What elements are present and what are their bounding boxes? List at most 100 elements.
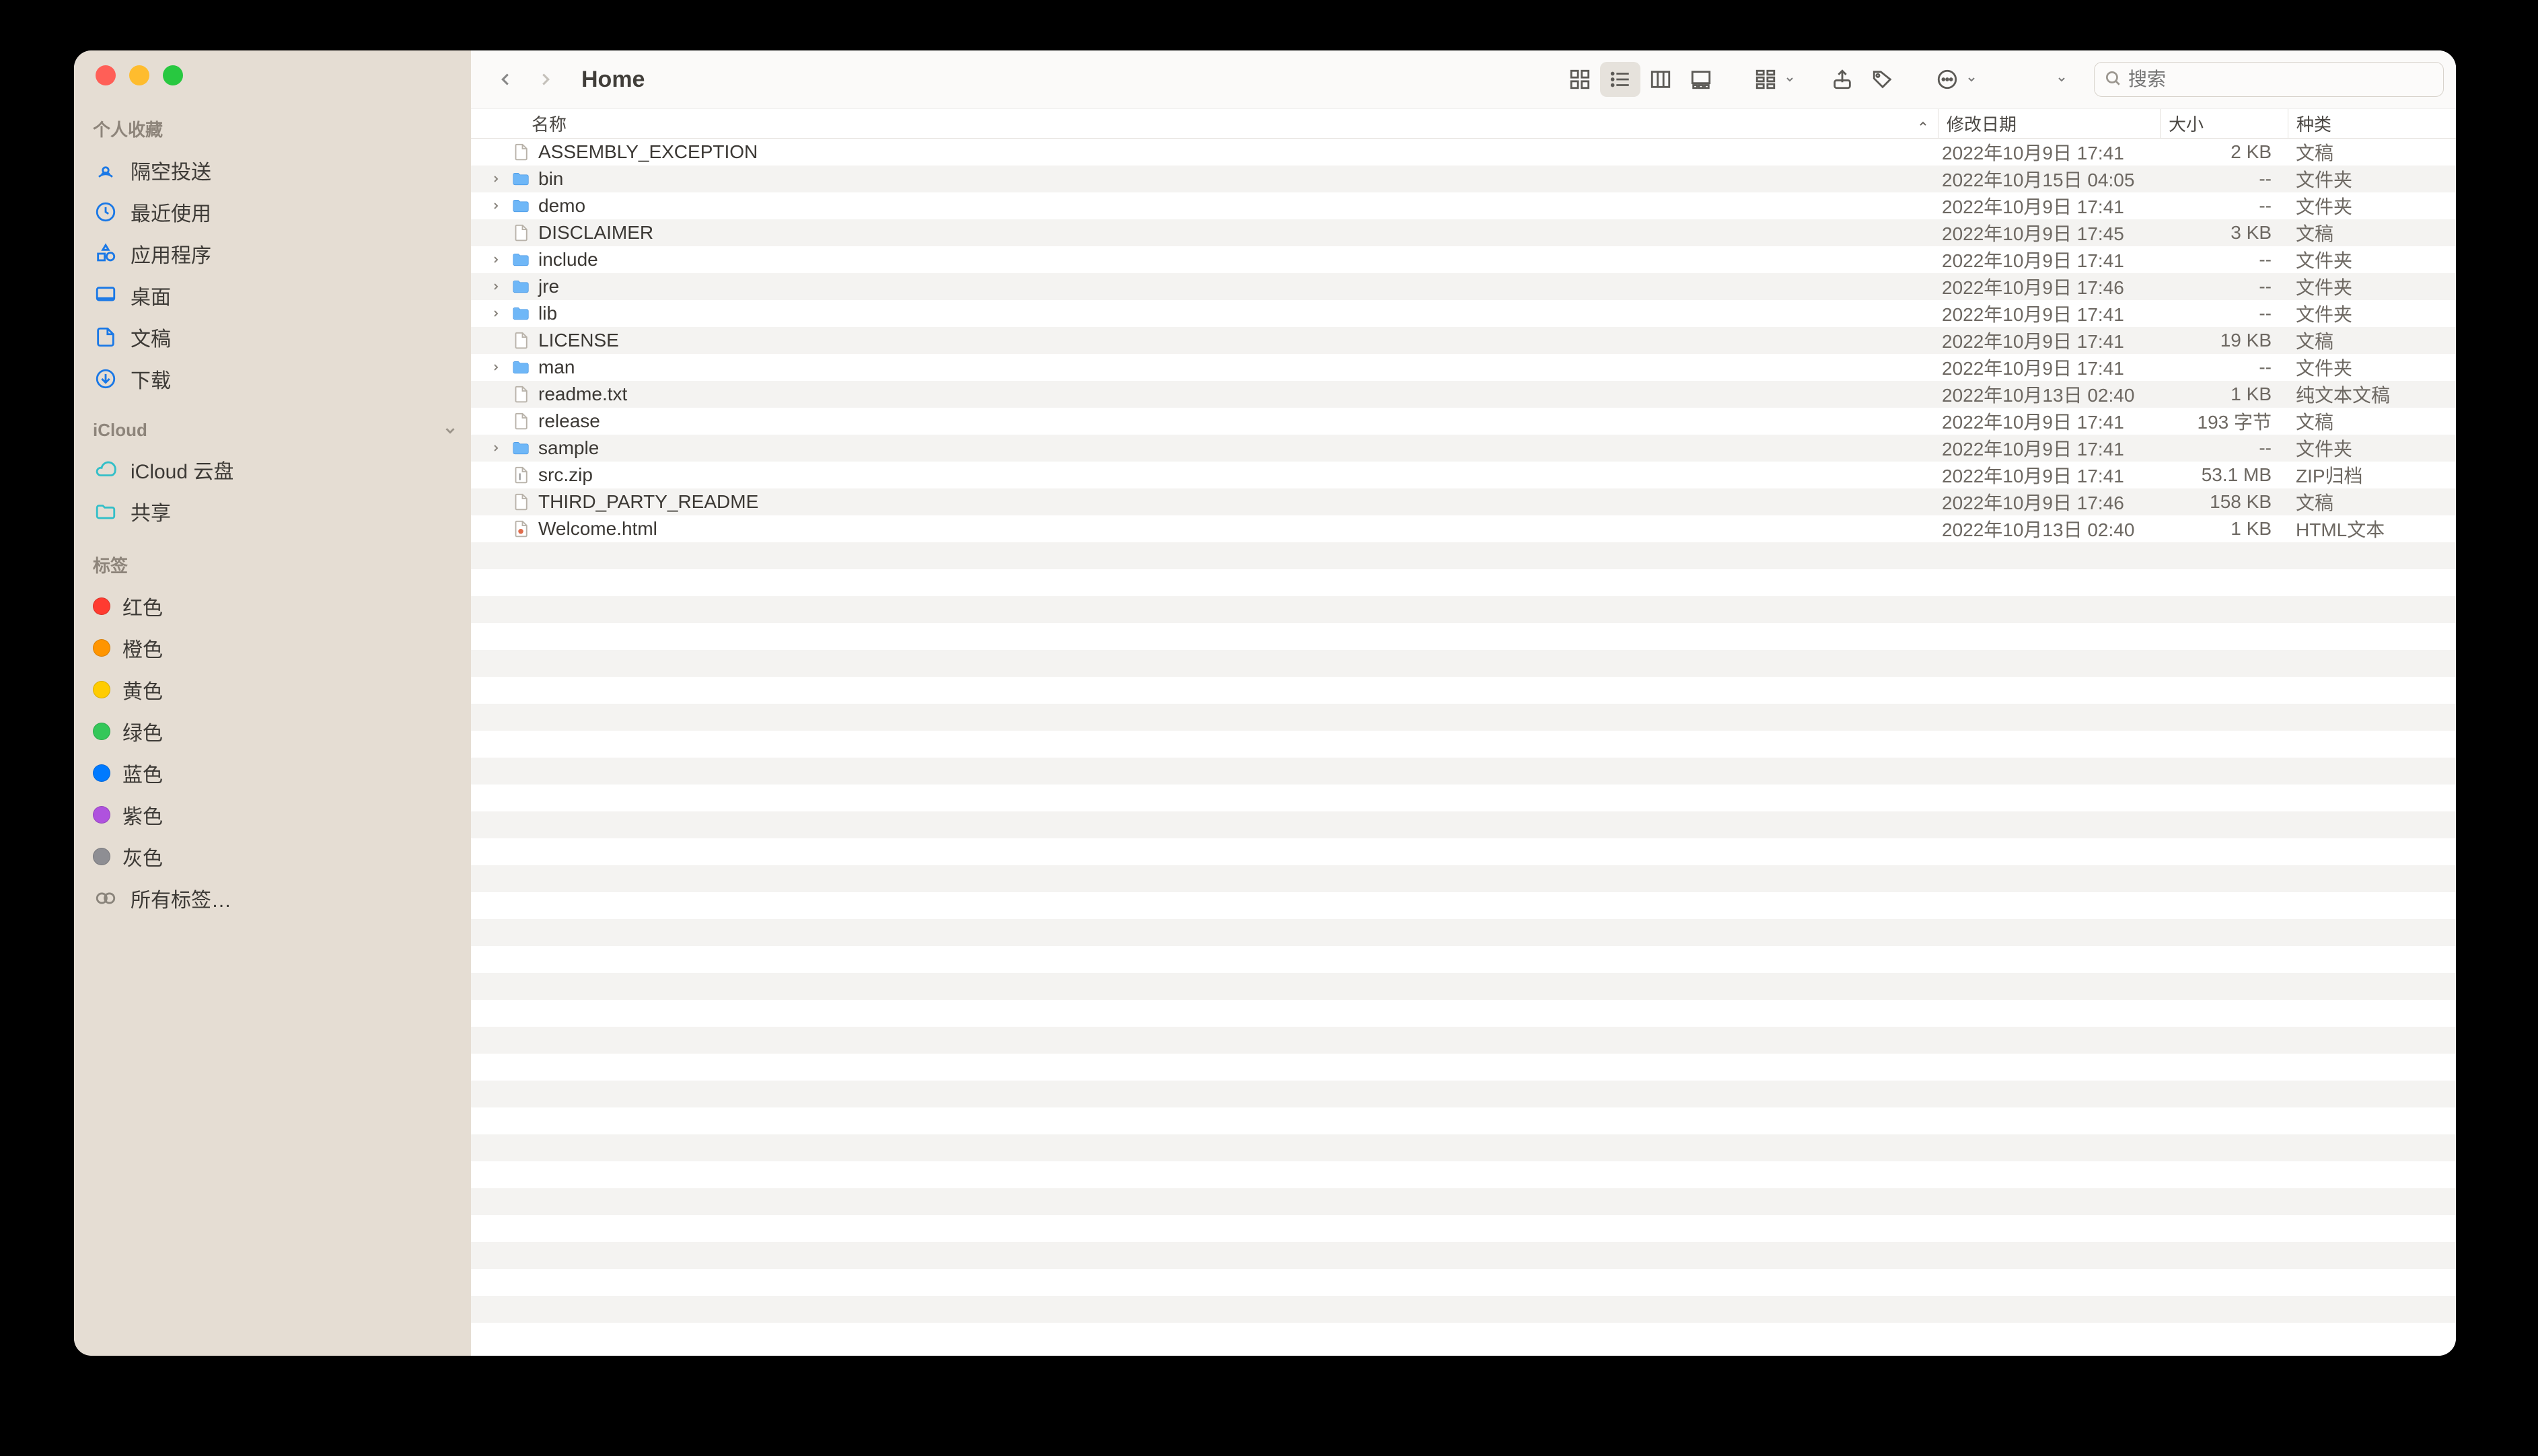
file-icon <box>510 384 532 405</box>
back-button[interactable] <box>488 63 522 96</box>
share-button[interactable] <box>1822 62 1862 97</box>
file-kind: 文件夹 <box>2288 435 2456 462</box>
chevron-down-icon[interactable] <box>2054 74 2070 85</box>
sidebar-item-doc[interactable]: 文稿 <box>74 316 471 358</box>
file-row[interactable]: src.zip2022年10月9日 17:4153.1 MBZIP归档 <box>471 462 2456 488</box>
file-name: lib <box>538 303 557 324</box>
search-input[interactable] <box>2128 69 2434 90</box>
file-row[interactable]: lib2022年10月9日 17:41--文件夹 <box>471 300 2456 327</box>
search-icon <box>2104 69 2122 90</box>
file-name: demo <box>538 195 585 217</box>
empty-row <box>471 1188 2456 1215</box>
search-field[interactable] <box>2094 62 2444 97</box>
empty-row <box>471 1054 2456 1081</box>
forward-button[interactable] <box>529 63 563 96</box>
column-header-kind[interactable]: 种类 <box>2288 109 2456 138</box>
sidebar-item-airdrop[interactable]: 隔空投送 <box>74 149 471 191</box>
minimize-button[interactable] <box>129 65 149 85</box>
column-header-name[interactable]: 名称 <box>471 111 1938 136</box>
file-row[interactable]: man2022年10月9日 17:41--文件夹 <box>471 354 2456 381</box>
sidebar-tag[interactable]: 蓝色 <box>74 752 471 794</box>
group-by-button[interactable] <box>1745 62 1786 97</box>
apps-icon <box>93 241 118 266</box>
file-row[interactable]: DISCLAIMER2022年10月9日 17:453 KB文稿 <box>471 219 2456 246</box>
folder-icon <box>510 357 532 378</box>
sidebar-item-cloud[interactable]: iCloud 云盘 <box>74 449 471 490</box>
file-row[interactable]: LICENSE2022年10月9日 17:4119 KB文稿 <box>471 327 2456 354</box>
close-button[interactable] <box>96 65 116 85</box>
tag-button[interactable] <box>1862 62 1903 97</box>
empty-row <box>471 542 2456 569</box>
sidebar-item-label: 蓝色 <box>122 758 163 788</box>
view-switcher <box>1560 62 1721 97</box>
view-list-button[interactable] <box>1600 62 1640 97</box>
file-row[interactable]: jre2022年10月9日 17:46--文件夹 <box>471 273 2456 300</box>
sidebar-item-label: 紫色 <box>122 800 163 830</box>
empty-row <box>471 1027 2456 1054</box>
chevron-down-icon[interactable] <box>443 423 458 441</box>
action-menu-button[interactable] <box>1927 62 1967 97</box>
column-header-date[interactable]: 修改日期 <box>1938 109 2160 138</box>
sidebar-tag[interactable]: 灰色 <box>74 836 471 877</box>
sidebar-item-label: 文稿 <box>131 322 171 352</box>
sidebar-tag[interactable]: 紫色 <box>74 794 471 836</box>
sidebar-tags-title: 标签 <box>74 548 471 585</box>
file-size: -- <box>2160 249 2288 270</box>
zoom-button[interactable] <box>163 65 183 85</box>
disclosure-chevron-icon[interactable] <box>488 306 503 321</box>
file-row[interactable]: readme.txt2022年10月13日 02:401 KB纯文本文稿 <box>471 381 2456 408</box>
disclosure-chevron-icon[interactable] <box>488 441 503 456</box>
finder-window: 个人收藏 隔空投送最近使用应用程序桌面文稿下载 iCloud iCloud 云盘… <box>74 50 2456 1356</box>
disclosure-chevron-icon[interactable] <box>488 198 503 213</box>
file-row[interactable]: Welcome.html2022年10月13日 02:401 KBHTML文本 <box>471 515 2456 542</box>
sidebar-item-clock[interactable]: 最近使用 <box>74 191 471 233</box>
disclosure-chevron-icon[interactable] <box>488 360 503 375</box>
file-list[interactable]: ASSEMBLY_EXCEPTION2022年10月9日 17:412 KB文稿… <box>471 139 2456 1356</box>
disclosure-chevron-icon[interactable] <box>488 252 503 267</box>
file-name: jre <box>538 276 559 297</box>
sidebar: 个人收藏 隔空投送最近使用应用程序桌面文稿下载 iCloud iCloud 云盘… <box>74 50 471 1356</box>
tag-dot-icon <box>93 848 110 865</box>
desktop-icon <box>93 283 118 308</box>
disclosure-chevron-icon[interactable] <box>488 172 503 186</box>
file-size: 3 KB <box>2160 222 2288 244</box>
file-row[interactable]: sample2022年10月9日 17:41--文件夹 <box>471 435 2456 462</box>
sidebar-item-apps[interactable]: 应用程序 <box>74 233 471 275</box>
empty-row <box>471 623 2456 650</box>
sidebar-tag[interactable]: 橙色 <box>74 627 471 669</box>
sidebar-tag[interactable]: 红色 <box>74 585 471 627</box>
file-size: 19 KB <box>2160 330 2288 351</box>
view-icons-button[interactable] <box>1560 62 1600 97</box>
file-row[interactable]: include2022年10月9日 17:41--文件夹 <box>471 246 2456 273</box>
sidebar-all-tags[interactable]: 所有标签… <box>74 877 471 919</box>
chevron-down-icon[interactable] <box>1963 62 1980 97</box>
file-row[interactable]: ASSEMBLY_EXCEPTION2022年10月9日 17:412 KB文稿 <box>471 139 2456 166</box>
empty-row <box>471 919 2456 946</box>
view-gallery-button[interactable] <box>1681 62 1721 97</box>
sidebar-item-desktop[interactable]: 桌面 <box>74 275 471 316</box>
tag-dot-icon <box>93 639 110 657</box>
file-row[interactable]: release2022年10月9日 17:41193 字节文稿 <box>471 408 2456 435</box>
file-size: 53.1 MB <box>2160 464 2288 486</box>
disclosure-chevron-icon[interactable] <box>488 279 503 294</box>
chevron-down-icon[interactable] <box>1782 62 1798 97</box>
file-date: 2022年10月9日 17:41 <box>1938 246 2160 273</box>
sidebar-item-download[interactable]: 下载 <box>74 358 471 400</box>
file-row[interactable]: demo2022年10月9日 17:41--文件夹 <box>471 192 2456 219</box>
empty-row <box>471 785 2456 811</box>
sidebar-tag[interactable]: 黄色 <box>74 669 471 711</box>
sidebar-tag[interactable]: 绿色 <box>74 711 471 752</box>
sidebar-item-label: 共享 <box>131 497 171 526</box>
view-columns-button[interactable] <box>1640 62 1681 97</box>
file-date: 2022年10月9日 17:46 <box>1938 488 2160 515</box>
file-icon <box>510 222 532 244</box>
sidebar-item-shared[interactable]: 共享 <box>74 490 471 532</box>
html-icon <box>510 518 532 540</box>
empty-row <box>471 1134 2456 1161</box>
empty-row <box>471 704 2456 731</box>
column-header-size[interactable]: 大小 <box>2160 109 2288 138</box>
file-row[interactable]: THIRD_PARTY_README2022年10月9日 17:46158 KB… <box>471 488 2456 515</box>
folder-icon <box>510 437 532 459</box>
file-row[interactable]: bin2022年10月15日 04:05--文件夹 <box>471 166 2456 192</box>
tag-dot-icon <box>93 723 110 740</box>
